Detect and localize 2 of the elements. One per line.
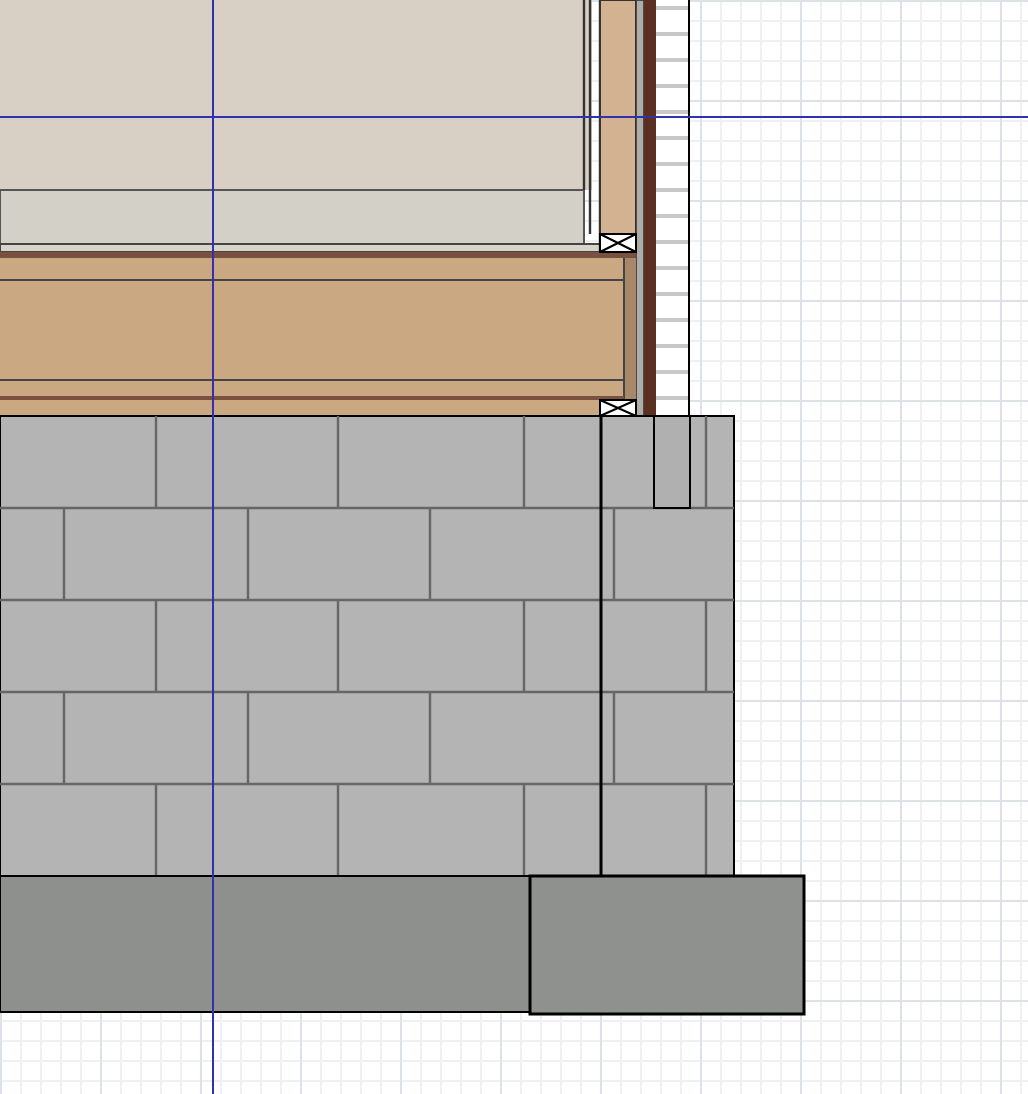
blocking-drawing	[599, 233, 637, 253]
blocking-drawing	[599, 399, 637, 417]
